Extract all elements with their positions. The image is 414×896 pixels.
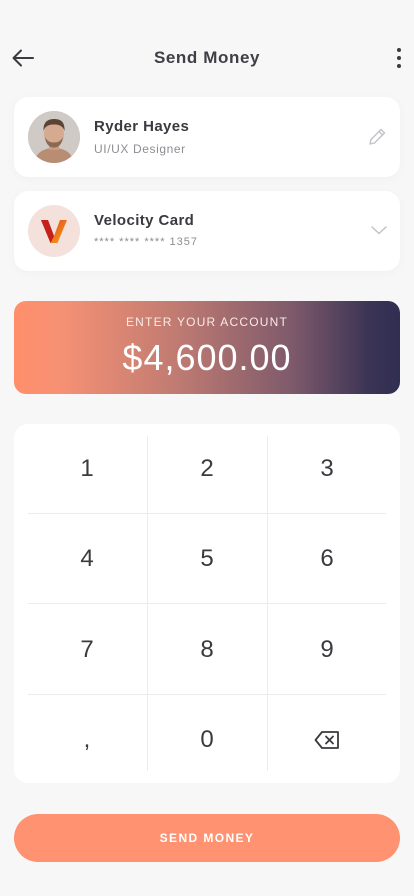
page-title: Send Money [153,48,261,67]
key-8[interactable]: 8 [147,605,267,695]
amount-label: ENTER YOUR ACCOUNT [125,315,289,329]
key-6[interactable]: 6 [267,514,387,604]
send-money-button[interactable]: SEND MONEY [14,814,400,862]
key-2[interactable]: 2 [147,424,267,514]
edit-recipient-button[interactable] [366,126,388,148]
key-9[interactable]: 9 [267,605,387,695]
key-1[interactable]: 1 [27,424,147,514]
key-comma[interactable]: , [27,695,147,785]
send-money-screen: Send Money Ryder Hayes UI/UX Designer Ve… [0,0,414,896]
backspace-button[interactable] [267,695,387,785]
recipient-card[interactable]: Ryder Hayes UI/UX Designer [14,97,400,177]
key-0[interactable]: 0 [147,695,267,785]
recipient-name: Ryder Hayes [94,118,190,135]
card-number: **** **** **** 1357 [94,236,199,248]
pencil-icon [369,128,386,145]
chevron-down-icon [371,226,387,235]
recipient-role: UI/UX Designer [94,142,186,156]
header: Send Money [0,36,414,80]
card-logo [28,205,80,257]
more-vertical-icon [397,48,401,52]
backspace-icon [314,731,339,749]
card-name: Velocity Card [94,212,195,229]
numeric-keypad: 1 2 3 4 5 6 7 8 9 , 0 [14,424,400,783]
payment-card-selector[interactable]: Velocity Card **** **** **** 1357 [14,191,400,271]
key-5[interactable]: 5 [147,514,267,604]
key-3[interactable]: 3 [267,424,387,514]
card-dropdown-button[interactable] [370,223,388,237]
more-options-button[interactable] [392,46,406,70]
key-4[interactable]: 4 [27,514,147,604]
avatar [28,111,80,163]
amount-value: $4,600.00 [122,337,292,378]
key-7[interactable]: 7 [27,605,147,695]
amount-display: ENTER YOUR ACCOUNT $4,600.00 [14,301,400,394]
